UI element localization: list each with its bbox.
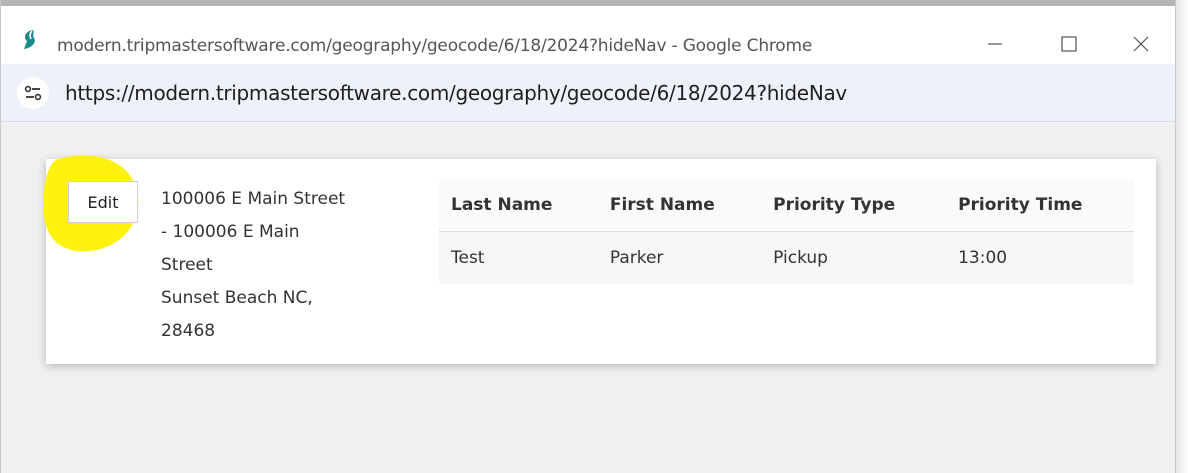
table-row[interactable]: Test Parker Pickup 13:00 — [439, 231, 1134, 284]
page-content: Edit 100006 E Main Street - 100006 E Mai… — [1, 122, 1175, 473]
geocode-card: Edit 100006 E Main Street - 100006 E Mai… — [43, 155, 1156, 364]
site-settings-icon[interactable] — [17, 77, 49, 109]
window-shadow — [1176, 0, 1188, 473]
address-line: Street — [161, 255, 213, 275]
column-header-priority-time[interactable]: Priority Time — [946, 179, 1134, 232]
column-header-priority-type[interactable]: Priority Type — [761, 179, 947, 232]
table-header-row: Last Name First Name Priority Type Prior… — [439, 179, 1134, 232]
maximize-icon[interactable] — [1057, 32, 1081, 56]
passenger-table: Last Name First Name Priority Type Prior… — [439, 179, 1134, 284]
address-block: 100006 E Main Street - 100006 E Main Str… — [161, 183, 401, 348]
cell-priority-type: Pickup — [761, 231, 947, 284]
edit-button[interactable]: Edit — [68, 181, 138, 223]
column-header-last-name[interactable]: Last Name — [439, 179, 598, 232]
address-line: - 100006 E Main — [161, 222, 300, 242]
address-bar: https://modern.tripmastersoftware.com/ge… — [1, 64, 1175, 122]
cell-priority-time: 13:00 — [946, 231, 1134, 284]
url-display[interactable]: https://modern.tripmastersoftware.com/ge… — [65, 81, 847, 105]
cell-first-name: Parker — [597, 231, 762, 284]
browser-popup-window: modern.tripmastersoftware.com/geography/… — [0, 0, 1176, 473]
address-line: 100006 E Main Street — [161, 189, 346, 209]
column-header-first-name[interactable]: First Name — [597, 179, 762, 232]
title-bar[interactable]: modern.tripmastersoftware.com/geography/… — [1, 0, 1175, 64]
close-icon[interactable] — [1129, 32, 1153, 56]
address-line: 28468 — [161, 321, 216, 341]
minimize-icon[interactable] — [983, 32, 1007, 56]
address-line: Sunset Beach NC, — [161, 288, 313, 308]
tripmaster-logo-icon — [19, 28, 43, 52]
window-title: modern.tripmastersoftware.com/geography/… — [57, 36, 813, 56]
cell-last-name: Test — [439, 231, 598, 284]
